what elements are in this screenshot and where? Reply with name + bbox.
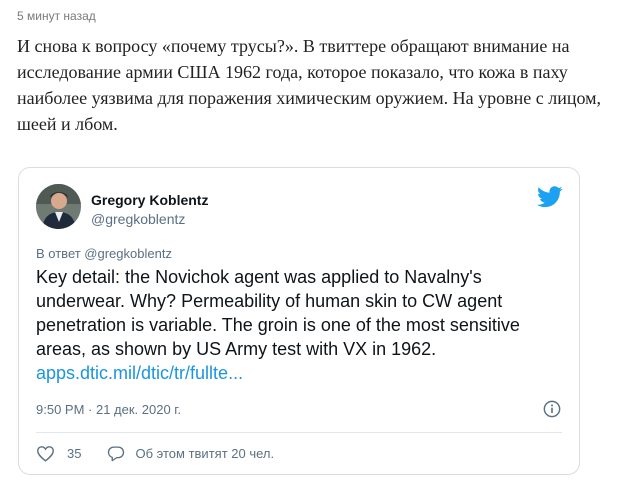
embedded-tweet[interactable]: Gregory Koblentz @gregkoblentz В ответ @… <box>18 167 580 475</box>
tweet-link[interactable]: apps.dtic.mil/dtic/tr/fullte... <box>36 361 566 385</box>
like-count[interactable]: 35 <box>67 446 81 461</box>
comment-icon[interactable] <box>107 445 125 462</box>
discussion-link[interactable]: Об этом твитят 20 чел. <box>135 446 274 461</box>
author-avatar[interactable] <box>36 184 81 229</box>
author-name[interactable]: Gregory Koblentz <box>91 192 208 208</box>
heart-icon[interactable] <box>36 445 55 462</box>
reply-to-label: В ответ @gregkoblentz <box>36 246 172 261</box>
divider <box>36 432 562 433</box>
post-timestamp: 5 минут назад <box>17 9 96 23</box>
author-handle[interactable]: @gregkoblentz <box>91 211 185 227</box>
tweet-timestamp[interactable]: 9:50 PM · 21 дек. 2020 г. <box>36 402 181 417</box>
tweet-body: Key detail: the Novichok agent was appli… <box>36 265 566 385</box>
twitter-bird-icon[interactable] <box>537 186 563 208</box>
info-icon[interactable] <box>543 400 561 418</box>
post-text: И снова к вопросу «почему трусы?». В тви… <box>17 36 602 134</box>
tweet-text: Key detail: the Novichok agent was appli… <box>36 267 520 359</box>
tweet-actions: 35 Об этом твитят 20 чел. <box>36 443 274 463</box>
